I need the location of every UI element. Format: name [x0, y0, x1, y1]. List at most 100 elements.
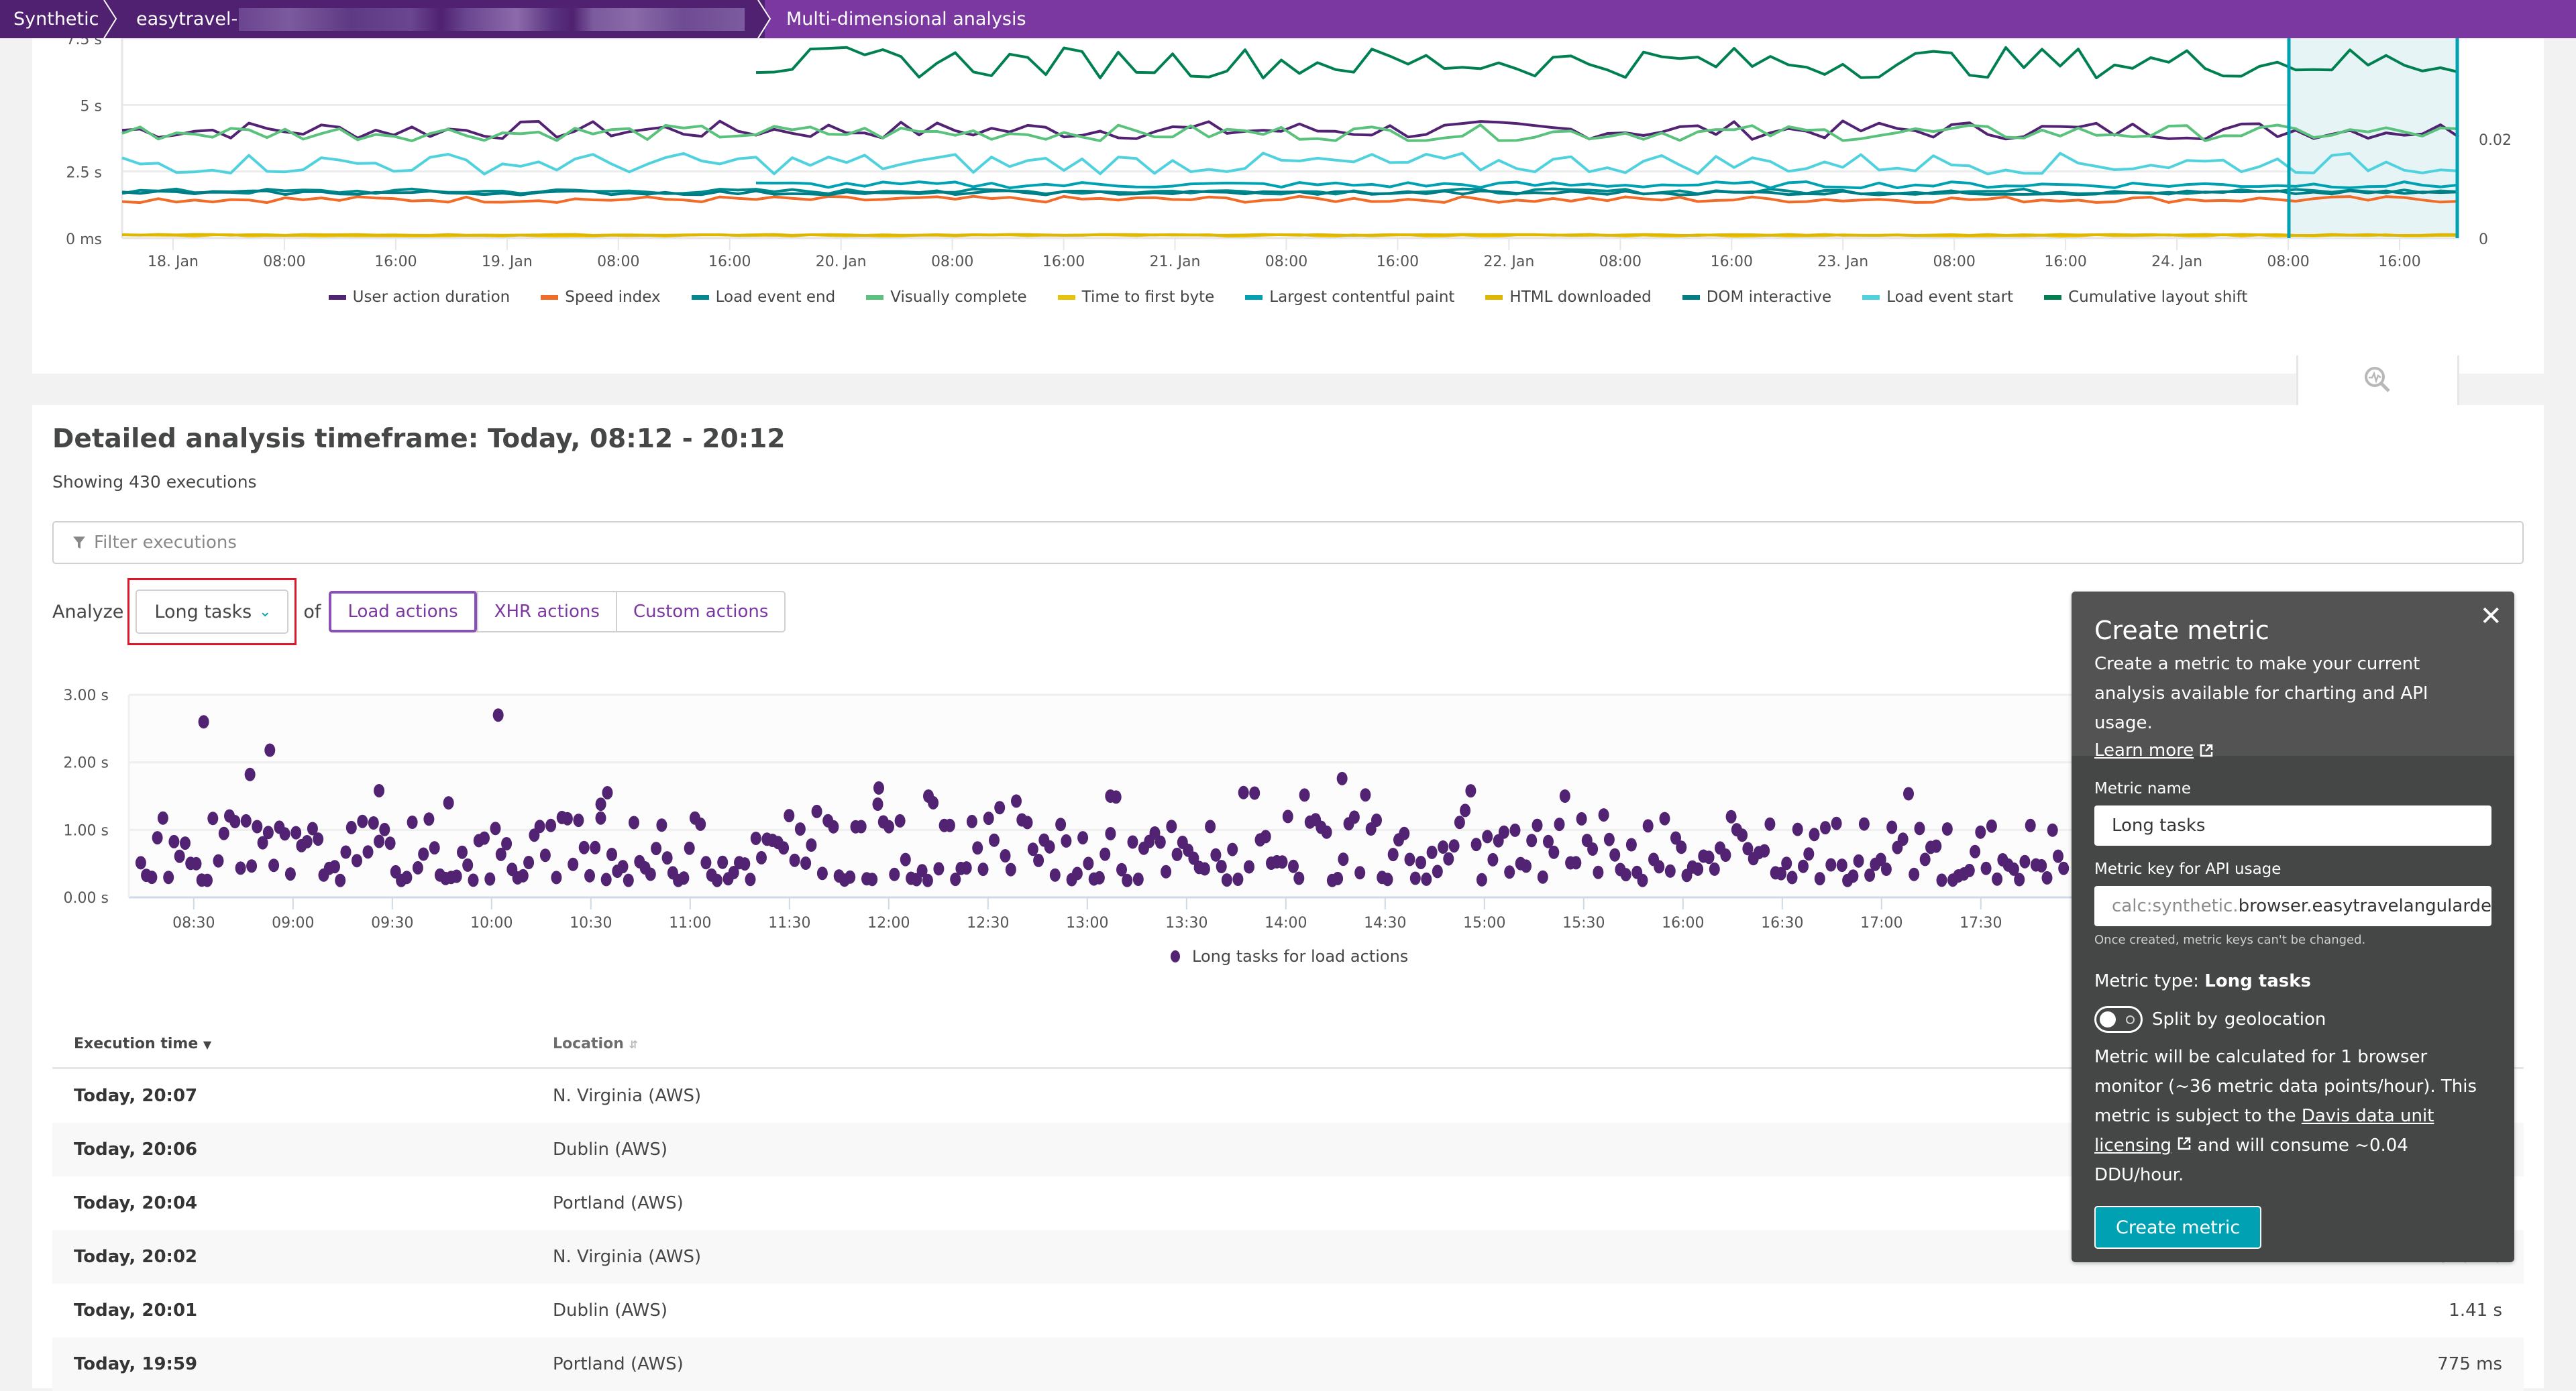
- scatter-point: [163, 871, 174, 885]
- scatter-point: [595, 811, 606, 825]
- series-line: [121, 233, 2459, 237]
- scatter-point: [1277, 855, 1288, 869]
- scatter-point: [623, 873, 634, 887]
- legend-item[interactable]: DOM interactive: [1682, 288, 1831, 306]
- action-type-load[interactable]: Load actions: [329, 591, 477, 632]
- metric-key-hint: Once created, metric keys can't be chang…: [2094, 933, 2366, 947]
- scatter-point: [468, 873, 479, 887]
- scatter-point: [1587, 842, 1599, 856]
- scatter-point: [235, 861, 246, 875]
- scatter-point: [1454, 816, 1465, 830]
- learn-more-link[interactable]: Learn more: [2094, 740, 2214, 761]
- scatter-point: [1049, 868, 1061, 882]
- scatter-point: [1803, 847, 1815, 861]
- scatter-point: [1426, 845, 1438, 859]
- scatter-point: [1936, 873, 1947, 887]
- scatter-point: [595, 797, 606, 812]
- scatter-point: [1044, 840, 1055, 854]
- metric-key-input[interactable]: calc:synthetic. browser.easytravelangular…: [2094, 886, 2491, 926]
- scatter-point: [484, 872, 496, 886]
- split-toggle[interactable]: [2094, 1006, 2143, 1033]
- chevron-down-icon: ⌄: [258, 603, 272, 620]
- scatter-point: [329, 860, 340, 874]
- cell-location: Portland (AWS): [553, 1354, 684, 1374]
- legend-item[interactable]: Speed index: [541, 288, 661, 306]
- scatter-point: [972, 841, 983, 855]
- breadcrumb-synthetic[interactable]: Synthetic: [0, 0, 117, 38]
- scatter-point: [290, 826, 302, 840]
- scatter-point: [712, 873, 722, 887]
- table-row[interactable]: Today, 19:59 Portland (AWS) 775 ms: [52, 1337, 2524, 1391]
- legend-item[interactable]: Visually complete: [866, 288, 1027, 306]
- scatter-point: [966, 814, 977, 828]
- scatter-point: [1171, 847, 1183, 861]
- scatter-point: [1354, 866, 1366, 880]
- action-type-xhr[interactable]: XHR actions: [476, 592, 616, 631]
- scatter-point: [1127, 835, 1138, 849]
- scatter-point: [2036, 858, 2047, 873]
- scatter-point: [374, 834, 385, 848]
- scatter-point: [534, 820, 545, 834]
- scatter-point: [1022, 816, 1033, 830]
- scatter-point: [1438, 840, 1449, 854]
- create-metric-label: Create metric: [2116, 1217, 2241, 1238]
- action-type-label: XHR actions: [494, 602, 600, 622]
- breadcrumb-separator-icon: [103, 0, 117, 38]
- scatter-point: [1897, 832, 1909, 846]
- x-tick-label: 13:30: [1165, 915, 1208, 932]
- scatter-point: [1027, 842, 1038, 856]
- performance-line-chart[interactable]: 0 ms 2.5 s 5 s 7.5 s 0 0.02 0.04 18. Jan 08:00 16…: [0, 38, 2576, 286]
- scatter-point: [1781, 856, 1792, 871]
- scatter-point: [1498, 825, 1509, 839]
- analyze-metric-select[interactable]: Long tasks ⌄: [136, 590, 289, 634]
- scatter-point: [1249, 786, 1260, 800]
- scatter-point: [301, 835, 313, 848]
- filter-executions-input[interactable]: Filter executions: [52, 521, 2524, 564]
- scatter-point: [198, 715, 209, 729]
- legend-item[interactable]: User action duration: [328, 288, 510, 306]
- legend-label: Load event start: [1886, 288, 2014, 306]
- x-tick-label: 20. Jan: [816, 254, 867, 270]
- legend-swatch: [691, 294, 709, 300]
- table-row[interactable]: Today, 20:01 Dublin (AWS) 1.41 s: [52, 1284, 2524, 1337]
- scatter-point: [2053, 849, 2063, 863]
- legend-item[interactable]: Load event start: [1862, 288, 2013, 306]
- legend-item[interactable]: Time to first byte: [1057, 288, 1214, 306]
- scatter-point: [800, 856, 812, 870]
- scatter-point: [1077, 831, 1089, 845]
- metric-name-input[interactable]: Long tasks: [2094, 805, 2491, 846]
- scatter-point: [1288, 859, 1299, 873]
- scatter-point: [700, 856, 712, 870]
- scatter-point: [462, 858, 474, 872]
- legend-item[interactable]: HTML downloaded: [1485, 288, 1652, 306]
- create-metric-button[interactable]: Create metric: [2094, 1206, 2262, 1249]
- close-icon[interactable]: ✕: [2479, 601, 2502, 632]
- chart-zoom-button[interactable]: [2296, 355, 2459, 405]
- scatter-point: [279, 827, 290, 841]
- scatter-legend: Long tasks for load actions: [1171, 947, 1408, 966]
- action-type-custom[interactable]: Custom actions: [615, 592, 784, 631]
- split-by-geolocation: Split by geolocation: [2094, 1006, 2491, 1033]
- x-tick-label: 12:30: [967, 915, 1009, 932]
- scatter-point: [1504, 865, 1515, 879]
- y-right-tick-label: 0: [2479, 231, 2488, 248]
- breadcrumb-monitor[interactable]: easytravel-: [111, 0, 771, 38]
- x-tick-label: 08:00: [1599, 254, 1642, 270]
- column-execution-time[interactable]: Execution time ▼: [52, 1036, 553, 1052]
- scatter-point: [1238, 785, 1249, 799]
- legend-item[interactable]: Cumulative layout shift: [2044, 288, 2247, 306]
- sort-desc-icon: ▼: [203, 1038, 212, 1051]
- create-metric-panel: ✕ Create metric Create a metric to make …: [2072, 592, 2514, 1262]
- learn-more-label: Learn more: [2094, 740, 2194, 761]
- x-tick-label: 08:00: [1265, 254, 1307, 270]
- breadcrumb-multidimensional-analysis[interactable]: Multi-dimensional analysis: [765, 0, 2576, 38]
- cell-long-tasks: 1.41 s: [2449, 1300, 2502, 1321]
- split-value: geolocation: [2224, 1009, 2326, 1030]
- scatter-point: [418, 847, 429, 861]
- scatter-point: [1465, 784, 1477, 798]
- legend-item[interactable]: Load event end: [691, 288, 835, 306]
- scatter-point: [240, 814, 252, 828]
- legend-item[interactable]: Largest contentful paint: [1245, 288, 1454, 306]
- scatter-point: [1880, 863, 1892, 876]
- scatter-point: [1980, 861, 1992, 875]
